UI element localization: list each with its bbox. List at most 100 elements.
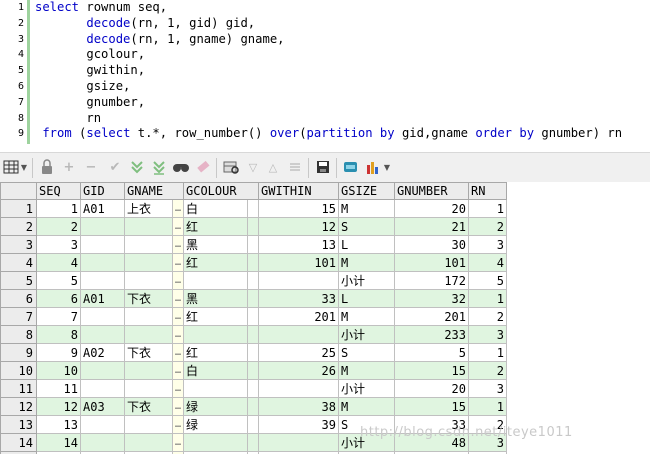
row-number[interactable]: 5	[0, 271, 37, 290]
previous-icon[interactable]: ▽	[244, 159, 262, 177]
cell-seq[interactable]: 1	[36, 199, 81, 218]
cell-gwithin[interactable]	[258, 433, 339, 452]
column-header-gsize[interactable]: GSIZE	[338, 182, 395, 200]
row-number[interactable]: 3	[0, 235, 37, 254]
cell-gnumber[interactable]: 32	[394, 289, 469, 308]
cell-gid[interactable]	[80, 379, 125, 398]
cell-gsize[interactable]: M	[338, 397, 395, 416]
table-row[interactable]: 8 8 … 小计 233 3	[0, 325, 507, 344]
cell-edit-ellipsis[interactable]: …	[172, 325, 184, 344]
cell-edit-ellipsis[interactable]: …	[172, 379, 184, 398]
column-header-rn[interactable]: RN	[468, 182, 507, 200]
cell-rn[interactable]: 5	[468, 271, 507, 290]
column-header-gid[interactable]: GID	[80, 182, 125, 200]
code-line[interactable]: from (select t.*, row_number() over(part…	[35, 126, 622, 140]
cell-gname[interactable]	[124, 325, 173, 344]
cell-seq[interactable]: 11	[36, 379, 81, 398]
cell-rn[interactable]: 1	[468, 397, 507, 416]
code-line[interactable]: rn	[35, 111, 101, 125]
cell-gid[interactable]	[80, 235, 125, 254]
cell-seq[interactable]: 8	[36, 325, 81, 344]
cell-rn[interactable]: 2	[468, 307, 507, 326]
cell-gname[interactable]	[124, 379, 173, 398]
cell-gid[interactable]: A03	[80, 397, 125, 416]
column-header-seq[interactable]: SEQ	[36, 182, 81, 200]
cell-gnumber[interactable]: 30	[394, 235, 469, 254]
table-row[interactable]: 4 4… 红 101 M 101 4	[0, 253, 507, 272]
cell-seq[interactable]: 6	[36, 289, 81, 308]
cell-gname[interactable]: 下衣	[124, 397, 173, 416]
cell-gcolour[interactable]	[183, 325, 248, 344]
cell-edit-ellipsis[interactable]: …	[172, 217, 184, 236]
cell-gnumber[interactable]: 15	[394, 361, 469, 380]
cell-gnumber[interactable]: 233	[394, 325, 469, 344]
cell-gcolour[interactable]: 红	[183, 343, 248, 362]
cell-gnumber[interactable]: 101	[394, 253, 469, 272]
cell-gnumber[interactable]: 5	[394, 343, 469, 362]
cell-gname[interactable]: 下衣	[124, 289, 173, 308]
cell-gid[interactable]: A01	[80, 199, 125, 218]
code-line[interactable]: gsize,	[35, 79, 130, 93]
table-row[interactable]: 9 9 A02 下衣… 红 25 S 5 1	[0, 343, 507, 362]
cell-gwithin[interactable]: 39	[258, 415, 339, 434]
cell-gcolour[interactable]: 绿	[183, 415, 248, 434]
row-number[interactable]: 11	[0, 379, 37, 398]
cell-gid[interactable]	[80, 415, 125, 434]
cell-gname[interactable]	[124, 415, 173, 434]
cell-seq[interactable]: 14	[36, 433, 81, 452]
cell-gcolour[interactable]: 红	[183, 307, 248, 326]
cell-gcolour[interactable]	[183, 271, 248, 290]
cell-gwithin[interactable]: 101	[258, 253, 339, 272]
code-line[interactable]: decode(rn, 1, gid) gid,	[35, 16, 255, 30]
next-icon[interactable]: △	[264, 159, 282, 177]
cell-edit-ellipsis[interactable]: …	[172, 361, 184, 380]
cell-gid[interactable]	[80, 307, 125, 326]
cell-seq[interactable]: 2	[36, 217, 81, 236]
cell-gwithin[interactable]	[258, 379, 339, 398]
row-number[interactable]: 1	[0, 199, 37, 218]
cell-gnumber[interactable]: 201	[394, 307, 469, 326]
row-number[interactable]: 10	[0, 361, 37, 380]
cell-gname[interactable]	[124, 253, 173, 272]
column-header-gnumber[interactable]: GNUMBER	[394, 182, 469, 200]
cell-gname[interactable]: 上衣	[124, 199, 173, 218]
cell-gid[interactable]	[80, 325, 125, 344]
record-size-icon[interactable]	[286, 159, 304, 177]
cell-gcolour[interactable]: 白	[183, 199, 248, 218]
fetch-next-icon[interactable]	[128, 159, 146, 177]
column-header-gcolour[interactable]: GCOLOUR	[183, 182, 259, 200]
row-number[interactable]: 14	[0, 433, 37, 452]
cell-gsize[interactable]: S	[338, 343, 395, 362]
cell-gcolour[interactable]	[183, 379, 248, 398]
row-number[interactable]: 4	[0, 253, 37, 272]
cell-gnumber[interactable]: 20	[394, 199, 469, 218]
cell-gname[interactable]	[124, 361, 173, 380]
cell-rn[interactable]: 2	[468, 361, 507, 380]
chart-dropdown-icon[interactable]: ▼	[382, 159, 392, 177]
cell-rn[interactable]: 1	[468, 289, 507, 308]
cell-gsize[interactable]: 小计	[338, 325, 395, 344]
cell-seq[interactable]: 10	[36, 361, 81, 380]
row-number[interactable]: 9	[0, 343, 37, 362]
cell-gsize[interactable]: L	[338, 289, 395, 308]
table-row[interactable]: 10 10 … 白 26 M 15 2	[0, 361, 507, 380]
cell-seq[interactable]: 5	[36, 271, 81, 290]
table-row[interactable]: 6 6 A01 下衣… 黑 33 L 32 1	[0, 289, 507, 308]
cell-rn[interactable]: 2	[468, 217, 507, 236]
result-grid[interactable]: SEQ GID GNAME GCOLOUR GWITHIN GSIZE GNUM…	[0, 182, 650, 454]
cell-rn[interactable]: 3	[468, 325, 507, 344]
find-icon[interactable]	[172, 159, 190, 177]
dropdown-arrow-icon[interactable]: ▼	[19, 159, 29, 177]
add-row-icon[interactable]: +	[60, 159, 78, 177]
cell-gwithin[interactable]	[258, 271, 339, 290]
sql-editor[interactable]: 1 2 3 4 5 6 7 8 9 select rownum seq, decode(rn, …	[0, 0, 650, 144]
cell-seq[interactable]: 3	[36, 235, 81, 254]
cell-gwithin[interactable]: 15	[258, 199, 339, 218]
clear-icon[interactable]	[194, 159, 212, 177]
cell-gid[interactable]	[80, 217, 125, 236]
code-line[interactable]: gcolour,	[35, 47, 145, 61]
save-icon[interactable]	[314, 159, 332, 177]
cell-gname[interactable]	[124, 307, 173, 326]
code-line[interactable]: gwithin,	[35, 63, 145, 77]
cell-gid[interactable]	[80, 361, 125, 380]
